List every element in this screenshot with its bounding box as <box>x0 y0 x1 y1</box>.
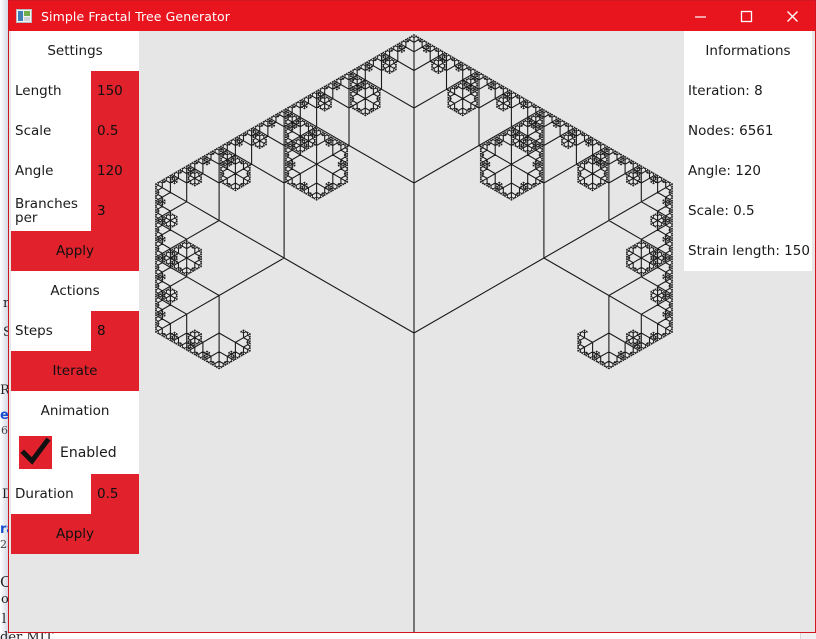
iterate-button[interactable]: Iterate <box>11 351 139 391</box>
background-text-fragment: 6 <box>1 424 8 437</box>
informations-line: Iteration: 8 <box>688 83 763 99</box>
settings-field-label: Branches per <box>11 191 91 231</box>
settings-field-label: Angle <box>11 151 91 191</box>
actions-panel: Actions Steps 8 Iterate <box>11 271 139 391</box>
informations-line: Scale: 0.5 <box>688 203 755 219</box>
settings-field-label: Scale <box>11 111 91 151</box>
window-controls <box>677 1 815 31</box>
informations-lines: Iteration: 8 Nodes: 6561 Angle: 120 Scale: … <box>684 71 812 271</box>
animation-enabled-label: Enabled <box>60 444 117 461</box>
animation-field-row: Duration 0.5 <box>11 474 139 514</box>
window-title: Simple Fractal Tree Generator <box>41 8 231 24</box>
fractal-branch-path <box>158 37 670 632</box>
settings-panel: Settings Length 150 Scale 0.5 Angle 120 Branch… <box>11 31 139 271</box>
title-bar: Simple Fractal Tree Generator <box>9 1 815 31</box>
image-icon <box>16 9 32 23</box>
settings-field-row: Length 150 <box>11 71 139 111</box>
actions-panel-title: Actions <box>11 271 139 311</box>
close-button[interactable] <box>769 1 815 31</box>
animation-enabled-row[interactable]: Enabled <box>11 431 139 474</box>
animation-field-input[interactable]: 0.5 <box>91 474 139 514</box>
settings-panel-title: Settings <box>11 31 139 71</box>
minimize-icon <box>694 15 706 18</box>
animation-enabled-checkbox[interactable] <box>19 436 52 469</box>
close-icon <box>786 10 798 22</box>
animation-field-label: Duration <box>11 474 91 514</box>
settings-field-row: Scale 0.5 <box>11 111 139 151</box>
settings-apply-button[interactable]: Apply <box>11 231 139 271</box>
informations-panel: Informations Iteration: 8 Nodes: 6561 Angl… <box>684 31 812 271</box>
maximize-icon <box>740 10 752 22</box>
checkmark-icon <box>20 437 51 465</box>
settings-rows: Length 150 Scale 0.5 Angle 120 Branches per 3 <box>11 71 139 231</box>
actions-field-label: Steps <box>11 311 91 351</box>
animation-panel-title: Animation <box>11 391 139 431</box>
settings-field-label: Length <box>11 71 91 111</box>
informations-panel-title: Informations <box>684 31 812 71</box>
settings-field-input[interactable]: 120 <box>91 151 139 191</box>
application-window: Simple Fractal Tree Generator Settings L… <box>8 0 816 633</box>
settings-field-input[interactable]: 0.5 <box>91 111 139 151</box>
informations-line: Nodes: 6561 <box>688 123 774 139</box>
informations-line: Strain length: 150 <box>688 243 810 259</box>
background-text-fragment: l <box>2 612 7 627</box>
actions-field-row: Steps 8 <box>11 311 139 351</box>
settings-field-input[interactable]: 150 <box>91 71 139 111</box>
settings-field-row: Branches per 3 <box>11 191 139 231</box>
animation-apply-button[interactable]: Apply <box>11 514 139 554</box>
settings-field-input[interactable]: 3 <box>91 191 139 231</box>
animation-panel: Animation Enabled Duration 0.5 Apply <box>11 391 139 554</box>
maximize-button[interactable] <box>723 1 769 31</box>
actions-rows: Steps 8 <box>11 311 139 351</box>
minimize-button[interactable] <box>677 1 723 31</box>
informations-line: Angle: 120 <box>688 163 762 179</box>
animation-rows: Duration 0.5 <box>11 474 139 514</box>
settings-field-row: Angle 120 <box>11 151 139 191</box>
actions-field-input[interactable]: 8 <box>91 311 139 351</box>
